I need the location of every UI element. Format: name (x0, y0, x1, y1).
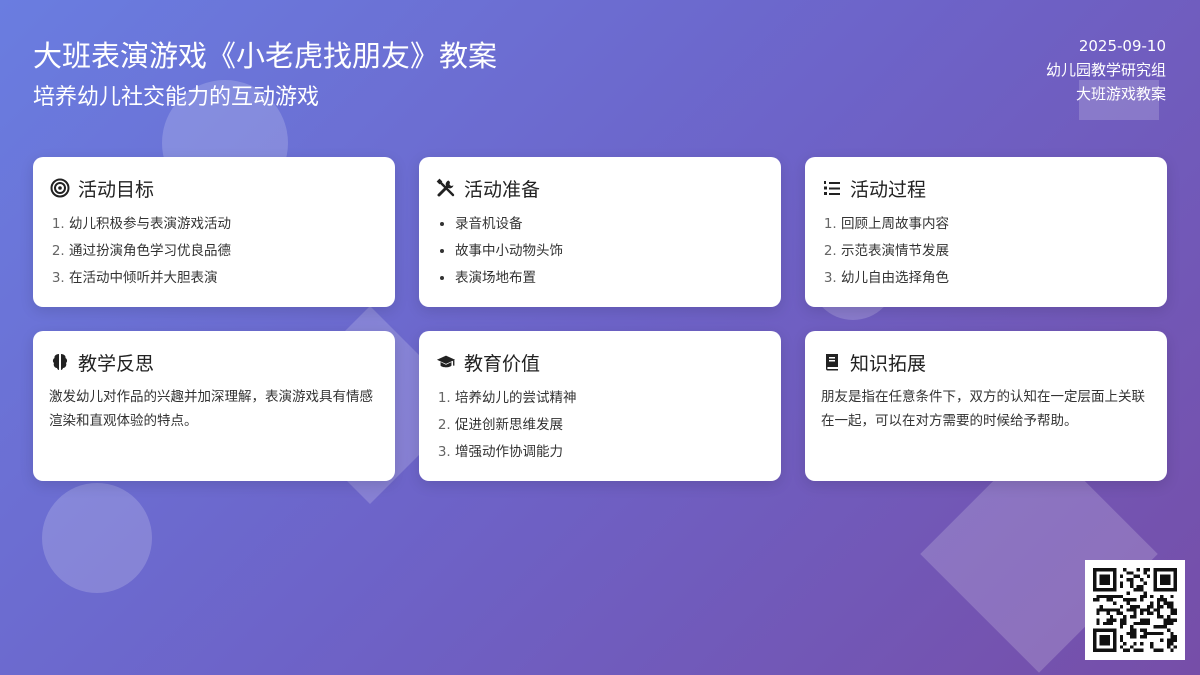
list-item: 增强动作协调能力 (455, 439, 765, 466)
qr-code (1085, 560, 1185, 660)
list-item: 幼儿积极参与表演游戏活动 (69, 211, 379, 238)
list-item: 故事中小动物头饰 (455, 238, 765, 265)
meta-info: 2025-09-10 幼儿园教学研究组 大班游戏教案 (1046, 34, 1166, 106)
brain-icon (49, 351, 71, 373)
list-item: 表演场地布置 (455, 265, 765, 292)
meta-org: 幼儿园教学研究组 (1045, 61, 1166, 79)
meta-date: 2025-09-10 (1078, 37, 1166, 55)
list-ol-icon (821, 177, 843, 199)
list-item: 回顾上周故事内容 (841, 211, 1151, 238)
bullseye-icon (49, 177, 71, 199)
card-preparation: 活动准备 录音机设备 故事中小动物头饰 表演场地布置 (419, 157, 781, 307)
qr-code-image (1093, 568, 1177, 652)
process-list: 回顾上周故事内容 示范表演情节发展 幼儿自由选择角色 (821, 211, 1151, 292)
goals-list: 幼儿积极参与表演游戏活动 通过扮演角色学习优良品德 在活动中倾听并大胆表演 (49, 211, 379, 292)
card-title: 教学反思 (78, 352, 155, 375)
list-item: 促进创新思维发展 (455, 412, 765, 439)
list-item: 在活动中倾听并大胆表演 (69, 265, 379, 292)
card-goals: 活动目标 幼儿积极参与表演游戏活动 通过扮演角色学习优良品德 在活动中倾听并大胆… (33, 157, 395, 307)
value-list: 培养幼儿的尝试精神 促进创新思维发展 增强动作协调能力 (435, 385, 765, 466)
list-item: 示范表演情节发展 (841, 238, 1151, 265)
card-title: 活动过程 (850, 178, 927, 201)
knowledge-text: 朋友是指在任意条件下，双方的认知在一定层面上关联在一起，可以在对方需要的时候给予… (821, 389, 1145, 429)
decor-circle (42, 483, 152, 593)
list-item: 幼儿自由选择角色 (841, 265, 1151, 292)
reflection-text: 激发幼儿对作品的兴趣并加深理解，表演游戏具有情感渲染和直观体验的特点。 (49, 389, 373, 429)
card-educational-value: 教育价值 培养幼儿的尝试精神 促进创新思维发展 增强动作协调能力 (419, 331, 781, 481)
graduation-cap-icon (435, 351, 457, 373)
list-item: 录音机设备 (455, 211, 765, 238)
card-knowledge: 知识拓展 朋友是指在任意条件下，双方的认知在一定层面上关联在一起，可以在对方需要… (805, 331, 1167, 481)
page-title: 大班表演游戏《小老虎找朋友》教案 (33, 39, 498, 73)
meta-category: 大班游戏教案 (1075, 85, 1166, 103)
card-title: 活动准备 (464, 178, 541, 201)
card-title: 知识拓展 (850, 352, 927, 375)
card-reflection: 教学反思 激发幼儿对作品的兴趣并加深理解，表演游戏具有情感渲染和直观体验的特点。 (33, 331, 395, 481)
card-process: 活动过程 回顾上周故事内容 示范表演情节发展 幼儿自由选择角色 (805, 157, 1167, 307)
tools-icon (435, 177, 457, 199)
card-title: 活动目标 (78, 178, 155, 201)
page-subtitle: 培养幼儿社交能力的互动游戏 (33, 85, 320, 110)
book-icon (821, 351, 843, 373)
prep-list: 录音机设备 故事中小动物头饰 表演场地布置 (435, 211, 765, 292)
list-item: 培养幼儿的尝试精神 (455, 385, 765, 412)
card-title: 教育价值 (464, 352, 541, 375)
list-item: 通过扮演角色学习优良品德 (69, 238, 379, 265)
